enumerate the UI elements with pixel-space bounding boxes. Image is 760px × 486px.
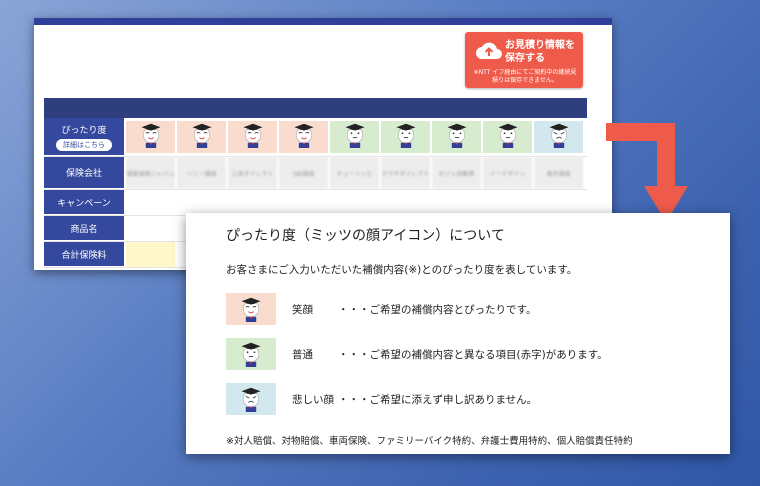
total-label: 合計保険料 xyxy=(44,242,124,267)
neutral-face-icon xyxy=(342,121,368,153)
fit-explanation-popup: ぴったり度（ミッツの顔アイコン）について お客さまにご入力いただいた補償内容(※… xyxy=(186,213,730,454)
neutral-face-icon xyxy=(495,121,521,153)
legend-name: 普通 xyxy=(292,348,313,361)
save-button-note: ※NTT イフ経由にてご契約中の継続見積りは保存できません。 xyxy=(473,69,577,84)
legend-name: 笑顔 xyxy=(292,303,313,316)
save-button-label: お見積り情報を保存する xyxy=(505,40,575,64)
face-cell xyxy=(177,121,226,153)
neutral-face-icon xyxy=(444,121,470,153)
insurer-row: 保険会社 損害保険ジャパン ソニー損保 三井ダイレクト SBI損保 チューリッヒ… xyxy=(44,157,587,190)
sad-face-icon xyxy=(238,385,264,413)
face-cell xyxy=(279,121,328,153)
insurer-name[interactable]: チューリッヒ xyxy=(330,157,379,189)
face-cell xyxy=(534,121,583,153)
smile-face-icon xyxy=(238,295,264,323)
smile-face-icon xyxy=(291,121,317,153)
save-quote-button[interactable]: お見積り情報を保存する ※NTT イフ経由にてご契約中の継続見積りは保存できませ… xyxy=(465,32,583,88)
face-cell xyxy=(330,121,379,153)
legend-text: ・・・ご希望の補償内容と異なる項目(赤字)があります。 xyxy=(338,348,608,361)
smile-face-icon xyxy=(189,121,215,153)
insurer-name[interactable]: イーデザイン xyxy=(483,157,532,189)
insurer-name[interactable]: ソニー損保 xyxy=(177,157,226,189)
neutral-face-icon xyxy=(393,121,419,153)
legend-name: 悲しい顔 xyxy=(292,393,334,406)
legend-item-normal: 普通 ・・・ご希望の補償内容と異なる項目(赤字)があります。 xyxy=(226,338,608,370)
insurer-name[interactable]: SBI損保 xyxy=(279,157,328,189)
sad-face-icon xyxy=(546,121,572,153)
detail-button[interactable]: 詳細はこちら xyxy=(56,138,112,151)
smile-face-icon xyxy=(240,121,266,153)
popup-description: お客さまにご入力いただいた補償内容(※)とのぴったり度を表しています。 xyxy=(226,264,578,276)
face-cell xyxy=(432,121,481,153)
insurer-name[interactable]: 楽天損保 xyxy=(534,157,583,189)
total-value-cell xyxy=(126,242,175,267)
neutral-face-icon xyxy=(238,340,264,368)
insurer-name[interactable]: 損害保険ジャパン xyxy=(126,157,175,189)
face-swatch xyxy=(226,293,276,325)
insurer-name[interactable]: セゾン自動車 xyxy=(432,157,481,189)
insurer-name[interactable]: アクサダイレクト xyxy=(381,157,430,189)
insurer-label: 保険会社 xyxy=(44,157,124,189)
table-header-bar xyxy=(44,98,587,118)
cloud-upload-icon xyxy=(476,42,502,59)
campaign-label: キャンペーン xyxy=(44,190,124,215)
popup-footnote: ※対人賠償、対物賠償、車両保険、ファミリーバイク特約、弁護士費用特約、個人賠償責… xyxy=(226,436,633,447)
face-cell xyxy=(483,121,532,153)
face-swatch xyxy=(226,383,276,415)
face-swatch xyxy=(226,338,276,370)
legend-item-sad: 悲しい顔 ・・・ご希望に添えず申し訳ありません。 xyxy=(226,383,537,415)
face-cell xyxy=(381,121,430,153)
fit-row: ぴったり度 詳細はこちら xyxy=(44,118,587,157)
fit-label: ぴったり度 xyxy=(61,125,107,136)
insurer-name[interactable]: 三井ダイレクト xyxy=(228,157,277,189)
legend-text: ・・・ご希望の補償内容とぴったりです。 xyxy=(338,303,537,316)
fit-label-cell: ぴったり度 詳細はこちら xyxy=(44,118,124,156)
face-cell xyxy=(228,121,277,153)
popup-title: ぴったり度（ミッツの顔アイコン）について xyxy=(226,228,505,244)
panel-top-bar xyxy=(34,18,612,25)
legend-item-smile: 笑顔 ・・・ご希望の補償内容とぴったりです。 xyxy=(226,293,536,325)
product-label: 商品名 xyxy=(44,216,124,241)
face-cell xyxy=(126,121,175,153)
smile-face-icon xyxy=(138,121,164,153)
legend-text: ・・・ご希望に添えず申し訳ありません。 xyxy=(338,393,538,406)
